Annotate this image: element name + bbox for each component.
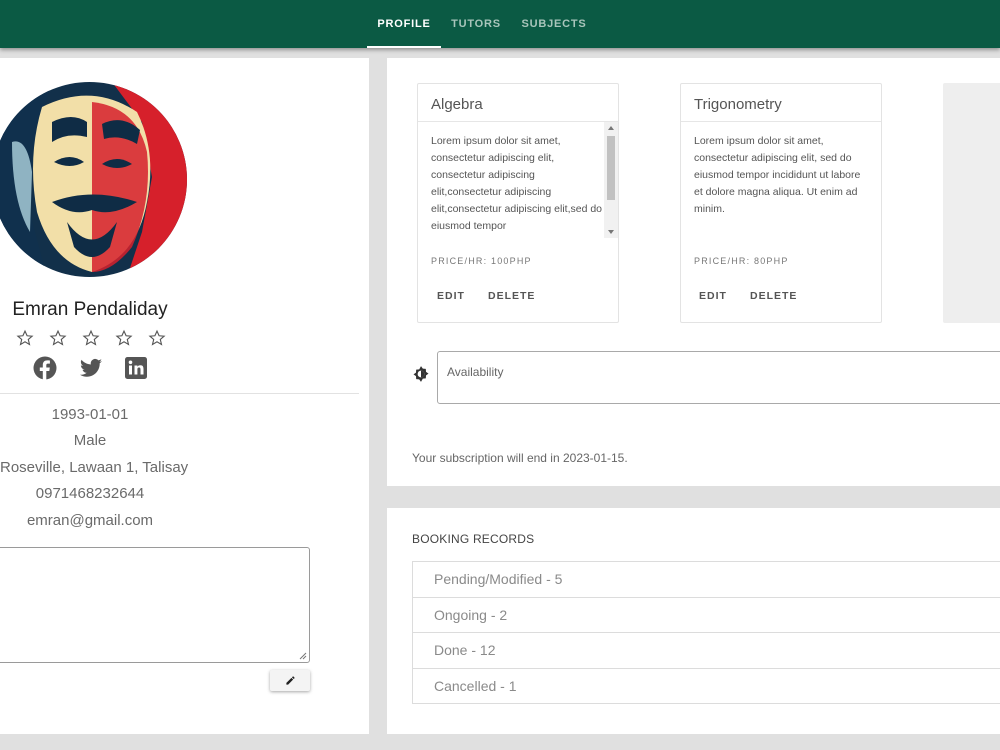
rating-stars[interactable] bbox=[16, 329, 166, 347]
subject-divider bbox=[418, 121, 618, 122]
booking-item-ongoing[interactable]: Ongoing - 2 bbox=[412, 597, 1000, 633]
social-links bbox=[33, 356, 148, 380]
top-navigation-bar: PROFILE TUTORS SUBJECTS bbox=[0, 0, 1000, 48]
delete-subject-button[interactable]: DELETE bbox=[750, 290, 797, 302]
profile-divider bbox=[0, 393, 359, 394]
subject-divider bbox=[681, 121, 881, 122]
resize-handle-icon[interactable] bbox=[299, 652, 307, 660]
subject-card-partial bbox=[943, 83, 1000, 323]
brightness-icon bbox=[413, 366, 429, 382]
star-outline-icon[interactable] bbox=[148, 329, 166, 347]
profile-phone: 0971468232644 bbox=[35, 485, 145, 502]
profile-birthdate: 1993-01-01 bbox=[51, 406, 129, 423]
tab-profile[interactable]: PROFILE bbox=[367, 0, 441, 48]
edit-bio-button[interactable] bbox=[270, 670, 310, 691]
booking-records-title: BOOKING RECORDS bbox=[412, 532, 535, 546]
star-outline-icon[interactable] bbox=[115, 329, 133, 347]
profile-email: emran@gmail.com bbox=[26, 512, 154, 529]
subscription-notice: Your subscription will end in 2023-01-15… bbox=[412, 451, 628, 465]
avatar bbox=[0, 82, 187, 277]
profile-address: Roseville, Lawaan 1, Talisay bbox=[0, 459, 189, 476]
scroll-up-arrow-icon[interactable] bbox=[608, 126, 614, 130]
booking-item-pending[interactable]: Pending/Modified - 5 bbox=[412, 562, 1000, 598]
profile-gender: Male bbox=[73, 432, 107, 449]
booking-item-cancelled[interactable]: Cancelled - 1 bbox=[412, 668, 1000, 704]
star-outline-icon[interactable] bbox=[82, 329, 100, 347]
edit-subject-button[interactable]: EDIT bbox=[699, 290, 727, 302]
availability-field[interactable]: Availability bbox=[437, 351, 1000, 404]
scrollbar-thumb[interactable] bbox=[607, 136, 615, 200]
pencil-icon bbox=[285, 676, 295, 685]
subject-description: Lorem ipsum dolor sit amet, consectetur … bbox=[694, 135, 861, 215]
booking-item-done[interactable]: Done - 12 bbox=[412, 633, 1000, 669]
subject-title: Algebra bbox=[431, 96, 483, 113]
subject-description[interactable]: Lorem ipsum dolor sit amet, consectetur … bbox=[431, 133, 606, 235]
booking-records-list: Pending/Modified - 5 Ongoing - 2 Done - … bbox=[412, 561, 1000, 704]
tab-tutors[interactable]: TUTORS bbox=[446, 0, 506, 48]
subject-price: PRICE/HR: 80PHP bbox=[694, 256, 789, 266]
bio-textarea[interactable] bbox=[0, 547, 310, 663]
scroll-down-arrow-icon[interactable] bbox=[608, 230, 614, 234]
edit-subject-button[interactable]: EDIT bbox=[437, 290, 465, 302]
facebook-icon[interactable] bbox=[33, 356, 57, 380]
availability-label: Availability bbox=[447, 365, 504, 379]
star-outline-icon[interactable] bbox=[49, 329, 67, 347]
profile-name: Emran Pendaliday bbox=[12, 299, 168, 320]
description-scrollbar[interactable] bbox=[604, 122, 618, 238]
star-outline-icon[interactable] bbox=[16, 329, 34, 347]
subject-price: PRICE/HR: 100PHP bbox=[431, 256, 532, 266]
tab-subjects[interactable]: SUBJECTS bbox=[518, 0, 590, 48]
subject-title: Trigonometry bbox=[694, 96, 782, 113]
subject-card: Trigonometry Lorem ipsum dolor sit amet,… bbox=[680, 83, 882, 323]
delete-subject-button[interactable]: DELETE bbox=[488, 290, 535, 302]
subject-card: Algebra Lorem ipsum dolor sit amet, cons… bbox=[417, 83, 619, 323]
linkedin-icon[interactable] bbox=[124, 356, 148, 380]
twitter-icon[interactable] bbox=[79, 356, 103, 380]
